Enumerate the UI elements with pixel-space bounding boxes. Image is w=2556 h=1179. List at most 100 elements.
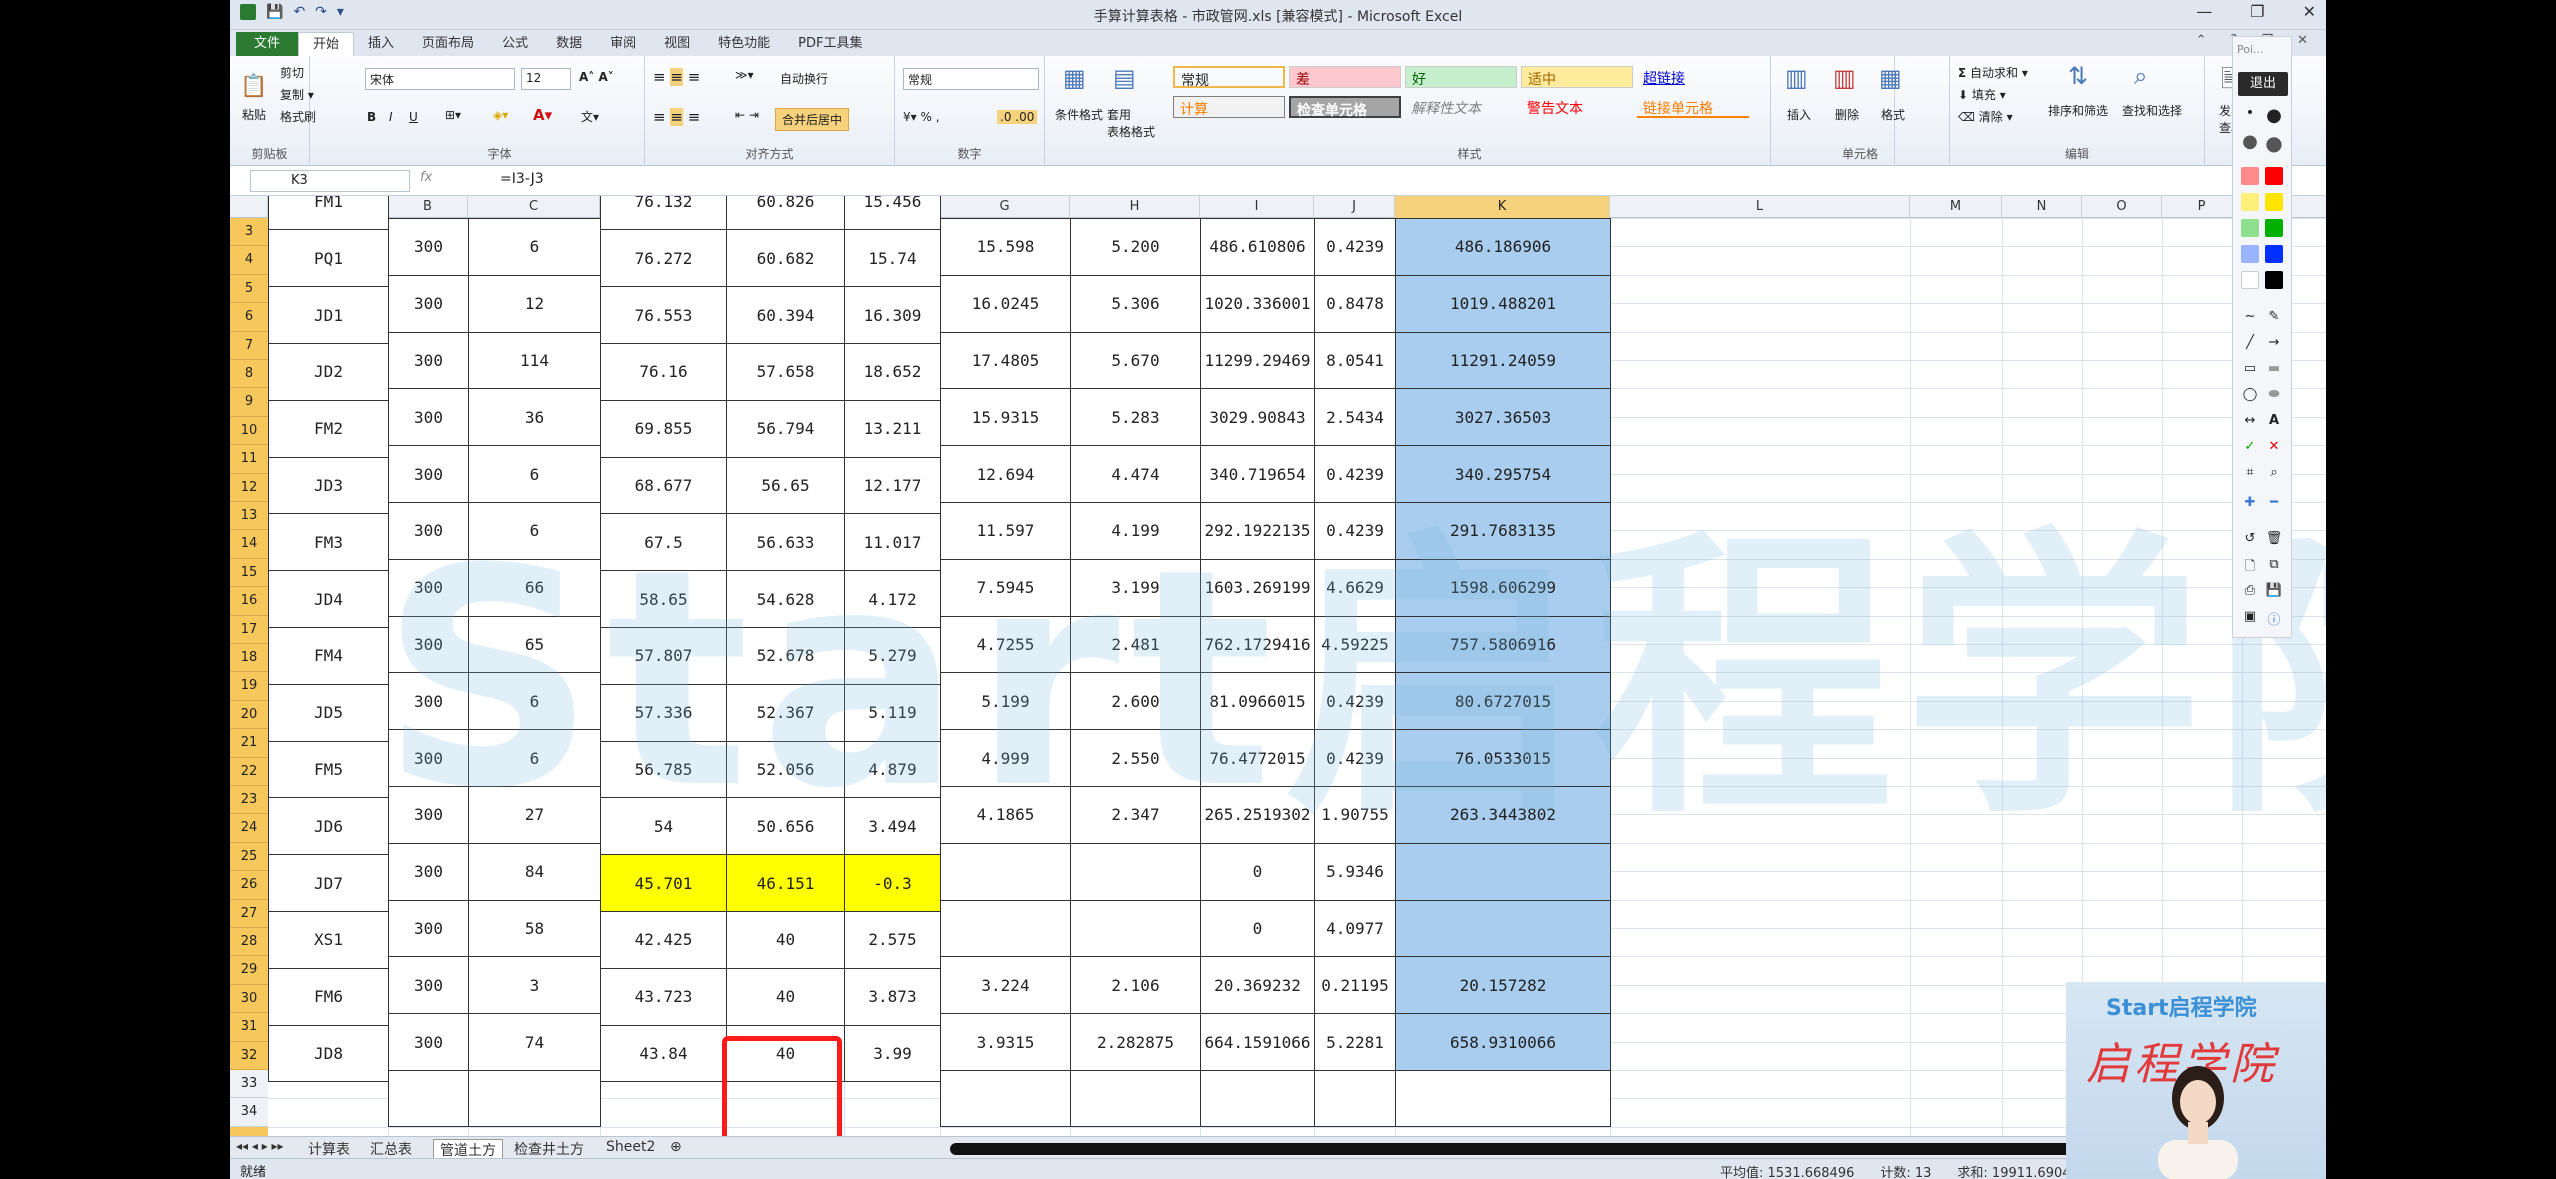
eraser-icon[interactable]: ✎ <box>2265 309 2283 327</box>
find-select-button[interactable]: 查找和选择 <box>2122 102 2182 119</box>
dot-small-icon[interactable]: • <box>2241 105 2259 123</box>
align-top-icon[interactable]: ≡ ≡ ≡ <box>653 68 700 86</box>
cell-b[interactable]: 300 <box>388 502 469 560</box>
row-header-30[interactable]: 30 <box>230 985 268 1014</box>
tab-home[interactable]: 开始 <box>298 32 355 56</box>
close-icon[interactable]: ✕ <box>2303 2 2316 21</box>
column-header-p[interactable]: P <box>2162 196 2242 218</box>
cell-name[interactable]: JD7 <box>268 854 389 912</box>
cell-g[interactable] <box>940 899 1071 958</box>
cell-b[interactable]: 300 <box>388 899 469 958</box>
save-pen-icon[interactable]: 💾 <box>2265 583 2283 601</box>
cell-d[interactable]: 58.65 <box>600 570 727 628</box>
cell-name[interactable]: FM6 <box>268 967 389 1026</box>
cell-g[interactable]: 4.1865 <box>940 786 1071 844</box>
style-warning[interactable]: 警告文本 <box>1521 96 1633 118</box>
cell-i[interactable]: 762.1729416 <box>1200 615 1315 674</box>
cell-j[interactable]: 0.4239 <box>1314 445 1396 503</box>
cell-c[interactable]: 6 <box>468 218 601 276</box>
color-green-icon[interactable] <box>2265 219 2283 237</box>
filled-ellipse-icon[interactable]: ⬬ <box>2265 387 2283 405</box>
plus-icon[interactable]: ✚ <box>2241 495 2259 513</box>
tab-data[interactable]: 数据 <box>542 32 596 56</box>
cell-d-partial[interactable]: 76.132 <box>600 196 727 231</box>
row-header-9[interactable]: 9 <box>230 388 268 417</box>
column-header-o[interactable]: O <box>2082 196 2162 218</box>
tab-pdf[interactable]: PDF工具集 <box>784 32 876 56</box>
cell-b[interactable]: 300 <box>388 786 469 844</box>
sheet-tab-calc[interactable]: 计算表 <box>308 1139 350 1159</box>
collapse-ribbon-icon[interactable]: ⌃ <box>2196 33 2207 48</box>
cell-j[interactable]: 4.6629 <box>1314 558 1396 617</box>
tab-view[interactable]: 视图 <box>650 32 704 56</box>
cell-c[interactable]: 12 <box>468 274 601 333</box>
cell-g[interactable]: 5.199 <box>940 672 1071 731</box>
cell-g[interactable]: 7.5945 <box>940 558 1071 617</box>
cell-h[interactable]: 2.347 <box>1070 786 1201 844</box>
cell-i[interactable]: 11299.29469 <box>1200 331 1315 390</box>
column-header-m[interactable]: M <box>1910 196 2002 218</box>
style-hyperlink[interactable]: 超链接 <box>1637 66 1749 88</box>
color-white-icon[interactable] <box>2241 271 2259 289</box>
clear-button[interactable]: ⌫ 清除 ▾ <box>1958 108 2013 125</box>
copy-button[interactable]: 复制 ▾ <box>280 86 314 103</box>
phonetic-icon[interactable]: 文▾ <box>581 108 599 125</box>
cell-i[interactable]: 0 <box>1200 899 1315 958</box>
name-box[interactable]: K3 <box>250 170 410 192</box>
style-bad[interactable]: 差 <box>1289 66 1401 88</box>
font-name-select[interactable]: 宋体 <box>365 68 515 90</box>
cell-c[interactable]: 36 <box>468 388 601 447</box>
sheet-tab-summary[interactable]: 汇总表 <box>370 1139 412 1159</box>
cell-name[interactable]: JD3 <box>268 456 389 515</box>
cell-f[interactable]: 16.309 <box>844 286 941 344</box>
ellipse-icon[interactable]: ◯ <box>2241 387 2259 405</box>
cell-h[interactable]: 2.550 <box>1070 729 1201 787</box>
cell-j[interactable]: 0.8478 <box>1314 274 1396 333</box>
row-header-16[interactable]: 16 <box>230 587 268 616</box>
cell-h[interactable]: 2.282875 <box>1070 1013 1201 1071</box>
freehand-icon[interactable]: ∼ <box>2241 309 2259 327</box>
column-header-b[interactable]: B <box>388 196 468 218</box>
color-lightgreen-icon[interactable] <box>2241 219 2259 237</box>
cell-k[interactable]: 80.6727015 <box>1395 672 1611 731</box>
cell-empty[interactable] <box>1395 1070 1611 1127</box>
cell-d[interactable]: 69.855 <box>600 399 727 458</box>
exit-button[interactable]: 退出 <box>2238 72 2288 96</box>
cell-h[interactable]: 4.474 <box>1070 445 1201 503</box>
row-header-7[interactable]: 7 <box>230 332 268 360</box>
style-linked-cell[interactable]: 链接单元格 <box>1637 96 1749 118</box>
column-header-g[interactable]: G <box>940 196 1070 218</box>
cell-e[interactable]: 52.056 <box>726 740 845 799</box>
indent-icon[interactable]: ⇤ ⇥ <box>735 108 759 122</box>
cell-b[interactable]: 300 <box>388 615 469 674</box>
row-header-11[interactable]: 11 <box>230 445 268 474</box>
undo-pen-icon[interactable]: ↺ <box>2241 531 2259 549</box>
cell-e[interactable]: 56.794 <box>726 399 845 458</box>
cell-empty[interactable] <box>388 1070 469 1127</box>
decimal-icon[interactable]: .0 .00 <box>997 110 1038 124</box>
cell-g[interactable] <box>940 842 1071 901</box>
cell-c[interactable]: 74 <box>468 1013 601 1071</box>
tab-insert[interactable]: 插入 <box>354 32 408 56</box>
cell-d[interactable]: 67.5 <box>600 513 727 572</box>
cell-k[interactable] <box>1395 842 1611 901</box>
cell-d[interactable]: 57.336 <box>600 683 727 742</box>
cell-b[interactable]: 300 <box>388 842 469 901</box>
cell-i[interactable]: 1603.269199 <box>1200 558 1315 617</box>
cell-k[interactable]: 1598.606299 <box>1395 558 1611 617</box>
format-button[interactable]: 格式 <box>1881 106 1905 123</box>
column-header-l[interactable]: L <box>1610 196 1910 218</box>
cell-name[interactable]: JD2 <box>268 342 389 401</box>
cell-e[interactable]: 46.151 <box>726 854 845 912</box>
cell-d[interactable]: 57.807 <box>600 626 727 685</box>
style-good[interactable]: 好 <box>1405 66 1517 88</box>
formula-input[interactable]: =I3-J3 <box>500 171 544 187</box>
row-header-5[interactable]: 5 <box>230 275 268 304</box>
minimize-icon[interactable]: — <box>2196 2 2212 21</box>
cell-j[interactable]: 0.4239 <box>1314 672 1396 731</box>
cell-f[interactable]: -0.3 <box>844 854 941 912</box>
screen-icon[interactable]: ▣ <box>2241 609 2259 627</box>
cell-d[interactable]: 76.16 <box>600 342 727 401</box>
style-calculation[interactable]: 计算 <box>1173 96 1285 118</box>
cell-h[interactable]: 2.600 <box>1070 672 1201 731</box>
